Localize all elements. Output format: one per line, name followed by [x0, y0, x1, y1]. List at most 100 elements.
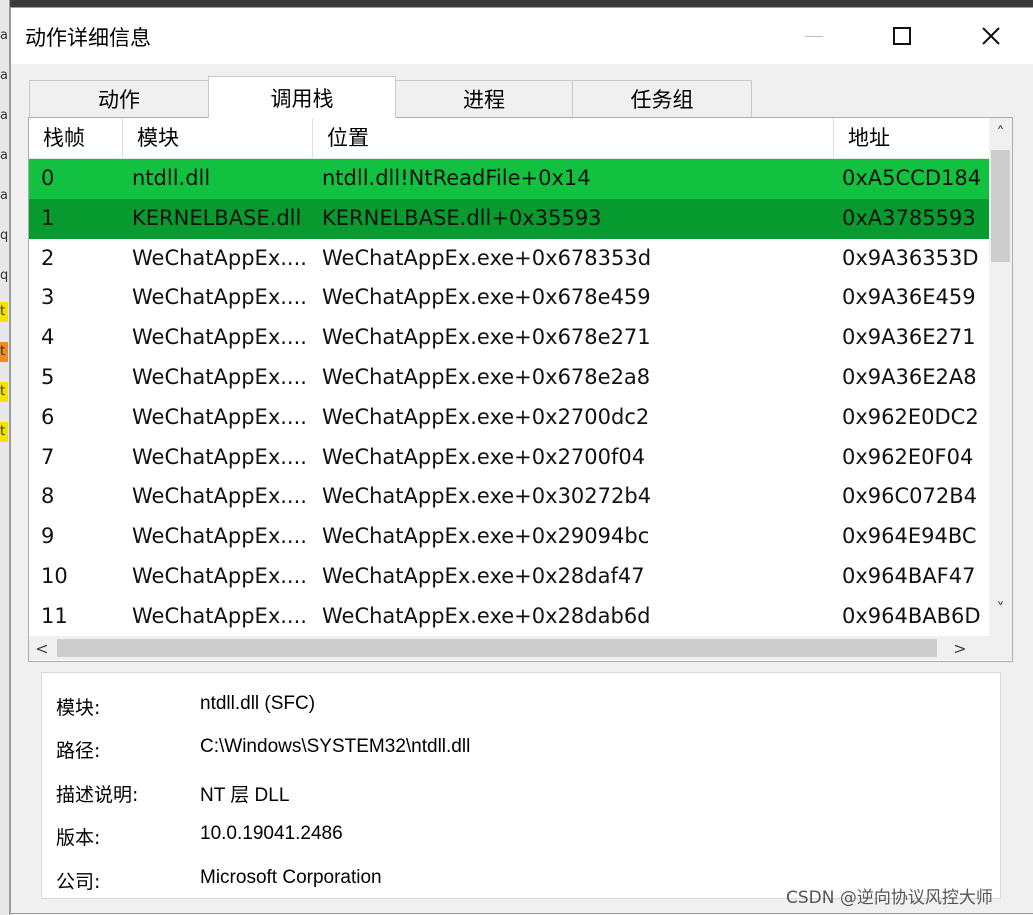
module-cell: WeChatAppEx.... [132, 444, 307, 469]
location-cell: WeChatAppEx.exe+0x30272b4 [322, 484, 652, 509]
column-header-address[interactable]: 地址 [834, 118, 994, 158]
tab-task-group[interactable]: 任务组 [572, 80, 752, 117]
scroll-right-icon[interactable]: > [947, 636, 973, 660]
detail-value: 10.0.19041.2486 [200, 823, 343, 844]
background-marker: t [0, 422, 8, 442]
tab-call-stack[interactable]: 调用栈 [208, 76, 396, 118]
background-marker: t [0, 342, 8, 362]
address-cell: 0xA3785593 [842, 205, 976, 230]
background-marker: a [0, 68, 8, 83]
scroll-left-icon[interactable]: < [29, 636, 55, 660]
detail-row-module: 模块: ntdll.dll (SFC) [42, 685, 1000, 725]
address-cell: 0x962E0F04 [842, 444, 974, 469]
address-cell: 0x9A36E459 [842, 285, 976, 310]
module-cell: WeChatAppEx.... [132, 603, 307, 628]
module-cell: WeChatAppEx.... [132, 325, 307, 350]
background-app-strip: a a a a a q q t t t t [0, 0, 10, 915]
location-cell: WeChatAppEx.exe+0x2700dc2 [322, 404, 650, 429]
address-cell: 0x964BAF47 [842, 563, 976, 588]
module-cell: WeChatAppEx.... [132, 245, 307, 270]
detail-label: 描述说明: [56, 784, 139, 806]
address-cell: 0x964E94BC [842, 524, 977, 549]
scroll-down-icon[interactable]: ˅ [989, 594, 1012, 622]
address-cell: 0x9A36E2A8 [842, 364, 977, 389]
frame-cell: 3 [41, 285, 55, 310]
location-cell: WeChatAppEx.exe+0x28daf47 [322, 563, 645, 588]
frame-cell: 4 [41, 325, 55, 350]
frame-cell: 2 [41, 245, 55, 270]
close-icon [982, 27, 1000, 45]
background-marker: a [0, 188, 8, 203]
column-header-location[interactable]: 位置 [313, 118, 834, 158]
location-cell: ntdll.dll!NtReadFile+0x14 [322, 166, 591, 190]
background-marker: a [0, 28, 8, 43]
frame-cell: 6 [41, 404, 55, 429]
minimize-icon [805, 35, 823, 37]
scrollbar-corner [989, 636, 1012, 660]
detail-label: 模块: [56, 697, 101, 719]
minimize-button[interactable] [789, 16, 839, 56]
title-bar[interactable]: 动作详细信息 [11, 8, 1033, 64]
location-cell: WeChatAppEx.exe+0x29094bc [322, 524, 650, 549]
close-button[interactable] [966, 16, 1016, 56]
window-title: 动作详细信息 [25, 26, 151, 50]
tab-bar: 动作 调用栈 进程 任务组 [29, 76, 769, 118]
table-row[interactable]: 10 WeChatAppEx.... WeChatAppEx.exe+0x28daf… [29, 557, 989, 597]
detail-row-version: 版本: 10.0.19041.2486 [42, 815, 1000, 855]
location-cell: KERNELBASE.dll+0x35593 [322, 205, 602, 230]
table-row[interactable]: 8 WeChatAppEx.... WeChatAppEx.exe+0x30272b… [29, 477, 989, 517]
detail-label: 公司: [56, 871, 101, 893]
table-row[interactable]: 11 WeChatAppEx.... WeChatAppEx.exe+0x28dab… [29, 597, 989, 636]
location-cell: WeChatAppEx.exe+0x678e2a8 [322, 364, 651, 389]
table-row[interactable]: 4 WeChatAppEx.... WeChatAppEx.exe+0x678e27… [29, 318, 989, 358]
horizontal-scroll-thumb[interactable] [57, 639, 937, 657]
address-cell: 0x9A36E271 [842, 325, 976, 350]
vertical-scroll-thumb[interactable] [991, 150, 1010, 262]
frame-cell: 7 [41, 444, 55, 469]
list-header: 栈帧 模块 位置 地址 [29, 118, 989, 159]
table-row[interactable]: 6 WeChatAppEx.... WeChatAppEx.exe+0x2700dc… [29, 398, 989, 438]
detail-label: 路径: [56, 740, 101, 762]
detail-row-description: 描述说明: NT 层 DLL [42, 772, 1000, 812]
table-row[interactable]: 5 WeChatAppEx.... WeChatAppEx.exe+0x678e2a… [29, 358, 989, 398]
background-marker: a [0, 148, 8, 163]
scroll-up-icon[interactable]: ˄ [989, 118, 1012, 146]
tab-action[interactable]: 动作 [29, 80, 209, 117]
tab-process[interactable]: 进程 [395, 80, 573, 117]
module-cell: WeChatAppEx.... [132, 285, 307, 310]
location-cell: WeChatAppEx.exe+0x2700f04 [322, 444, 646, 469]
table-row[interactable]: 0 ntdll.dll ntdll.dll!NtReadFile+0x14 0xA5C… [29, 159, 989, 199]
call-stack-list[interactable]: 栈帧 模块 位置 地址 0 ntdll.dll ntdll.dll!NtReadFi… [28, 117, 1013, 662]
background-marker: t [0, 382, 8, 402]
frame-cell: 8 [41, 484, 55, 509]
maximize-button[interactable] [877, 16, 927, 56]
table-row[interactable]: 2 WeChatAppEx.... WeChatAppEx.exe+0x678353… [29, 239, 989, 279]
location-cell: WeChatAppEx.exe+0x678e271 [322, 325, 651, 350]
address-cell: 0x9A36353D [842, 245, 979, 270]
column-header-module[interactable]: 模块 [123, 118, 313, 158]
frame-cell: 5 [41, 364, 55, 389]
background-marker: q [0, 268, 8, 283]
list-rows: 0 ntdll.dll ntdll.dll!NtReadFile+0x14 0xA5C… [29, 159, 989, 636]
table-row[interactable]: 7 WeChatAppEx.... WeChatAppEx.exe+0x2700f0… [29, 438, 989, 478]
column-header-frame[interactable]: 栈帧 [29, 118, 123, 158]
table-row[interactable]: 9 WeChatAppEx.... WeChatAppEx.exe+0x29094b… [29, 517, 989, 557]
address-cell: 0x96C072B4 [842, 484, 978, 509]
table-row[interactable]: 1 KERNELBASE.dll KERNELBASE.dll+0x35593 0xA… [29, 198, 989, 239]
location-cell: WeChatAppEx.exe+0x678e459 [322, 285, 651, 310]
watermark-text: CSDN @逆向协议风控大师 [786, 888, 993, 908]
detail-value: Microsoft Corporation [200, 867, 382, 888]
address-cell: 0x962E0DC2 [842, 404, 979, 429]
frame-cell: 0 [41, 166, 55, 190]
location-cell: WeChatAppEx.exe+0x678353d [322, 245, 652, 270]
module-cell: WeChatAppEx.... [132, 524, 307, 549]
table-row[interactable]: 3 WeChatAppEx.... WeChatAppEx.exe+0x678e45… [29, 278, 989, 318]
vertical-scrollbar[interactable]: ˄ ˅ [989, 118, 1012, 636]
frame-cell: 11 [41, 603, 68, 628]
address-cell: 0x964BAB6D [842, 603, 981, 628]
frame-cell: 1 [41, 205, 55, 230]
location-cell: WeChatAppEx.exe+0x28dab6d [322, 603, 651, 628]
frame-cell: 10 [41, 563, 68, 588]
background-marker: a [0, 108, 8, 123]
horizontal-scrollbar[interactable]: < > [29, 636, 989, 660]
